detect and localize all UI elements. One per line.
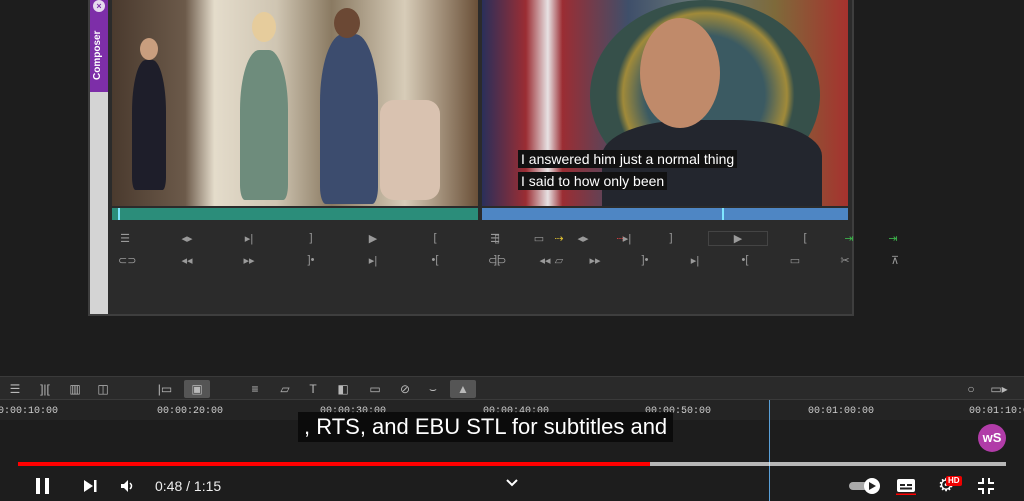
step-back-icon[interactable]: ◂▸ — [180, 232, 194, 245]
record-subtitle-line-1: I answered him just a normal thing — [518, 150, 738, 168]
monitor-icon[interactable]: ▭ — [788, 254, 802, 267]
go-to-out-icon[interactable]: ]• — [638, 254, 652, 266]
pause-icon[interactable] — [34, 476, 52, 496]
video-caption: , RTS, and EBU STL for subtitles and — [298, 412, 674, 442]
waveform-icon[interactable]: ▲ — [450, 380, 476, 398]
next-video-icon[interactable] — [82, 478, 98, 494]
half-box-icon[interactable]: ◧ — [334, 380, 352, 398]
go-to-out-icon[interactable]: ]• — [304, 254, 318, 266]
menu-icon[interactable]: ☰ — [118, 232, 132, 245]
composer-tab-label: Composer — [92, 30, 103, 80]
layers-icon[interactable]: ▱ — [276, 380, 294, 398]
overlap-icon[interactable]: ◫ — [94, 380, 112, 398]
record-position-bar[interactable] — [482, 208, 848, 220]
rewind-icon[interactable]: ◂◂ — [180, 254, 194, 267]
record-circle-icon[interactable]: ○ — [962, 380, 980, 398]
composer-tab[interactable]: × Composer — [90, 0, 108, 92]
subtitles-icon[interactable] — [896, 477, 916, 495]
timeline-toolbar: ☰ ]|[ ▥ ◫ |▭ ▣ ≡ ▱ T ◧ ▭ ⊘ ⌣ ▲ ○ ▭▸ — [0, 376, 1024, 400]
figure-left-guard — [132, 60, 166, 190]
head — [252, 12, 276, 42]
ruler-tick: 00:00:10:00 — [0, 406, 59, 417]
lift-icon[interactable]: ⇥ — [842, 232, 856, 245]
head — [334, 8, 360, 38]
curve-icon[interactable]: ⌣ — [424, 380, 442, 398]
no-entry-icon[interactable]: ⊘ — [396, 380, 414, 398]
ruler-tick: 00:00:20:00 — [157, 406, 224, 417]
extract-icon[interactable]: ⇥ — [886, 232, 900, 245]
track-icon[interactable]: |▭ — [156, 380, 174, 398]
play-icon[interactable]: ▶ — [708, 230, 768, 246]
channel-watermark-logo[interactable]: wS — [978, 424, 1006, 452]
time-display: 0:48 / 1:15 — [155, 478, 222, 494]
monitor-icon[interactable]: ▭ — [532, 232, 546, 245]
text-tool-icon[interactable]: T — [304, 380, 322, 398]
trim-icon[interactable]: ]|[ — [36, 380, 54, 398]
link-icon[interactable]: ⊂⊃ — [118, 254, 136, 267]
step-back-icon[interactable]: ◂▸ — [576, 232, 590, 245]
video-progress-bar[interactable] — [18, 462, 1006, 466]
close-icon[interactable]: × — [93, 0, 105, 12]
head — [140, 38, 158, 60]
record-monitor[interactable]: I answered him just a normal thing I sai… — [482, 0, 848, 206]
record-controls-row-1: ☰ ▭ ◂▸ ▸| ] ▶ [ ⇥ ⇥ — [488, 228, 900, 248]
source-position-marker[interactable] — [118, 208, 120, 220]
menu-icon[interactable]: ☰ — [6, 380, 24, 398]
menu-icon[interactable]: ☰ — [488, 232, 502, 245]
export-icon[interactable]: ▭▸ — [990, 380, 1008, 398]
mark-in-icon[interactable]: [ — [798, 232, 812, 244]
figure-woman — [240, 50, 288, 200]
armchair — [380, 100, 440, 200]
rewind-icon[interactable]: ◂◂ — [538, 254, 552, 267]
figure-man — [320, 34, 378, 204]
scissors-icon[interactable]: ✂ — [838, 254, 852, 267]
chevron-down-icon[interactable] — [505, 478, 519, 488]
head — [640, 18, 720, 128]
ruler-tick: 00:01:00:00 — [808, 406, 875, 417]
hd-badge: HD — [946, 476, 962, 486]
record-controls-row-2: ⊂⊃ ◂◂ ▸▸ ]• ▸| •[ ▭ ✂ ⊼ — [488, 250, 902, 270]
link-icon[interactable]: ⊂⊃ — [488, 254, 506, 267]
volume-icon[interactable] — [120, 478, 136, 494]
sliders-icon[interactable]: ≡ — [246, 380, 264, 398]
antenna-icon[interactable]: ⊼ — [888, 254, 902, 267]
go-to-in-icon[interactable]: •[ — [738, 254, 752, 266]
mark-in-icon[interactable]: [ — [428, 232, 442, 244]
composer-window: × Composer I answered him just a normal … — [88, 0, 899, 316]
screen: × Composer I answered him just a normal … — [0, 0, 1024, 501]
clip-icon[interactable]: ▭ — [366, 380, 384, 398]
fast-forward-icon[interactable]: ▸▸ — [588, 254, 602, 267]
record-subtitle-line-2: I said to how only been — [518, 172, 668, 190]
go-to-in-icon[interactable]: •[ — [428, 254, 442, 266]
autoplay-toggle-icon[interactable] — [848, 477, 882, 495]
exit-fullscreen-icon[interactable] — [977, 477, 995, 495]
source-monitor[interactable] — [112, 0, 478, 206]
play-to-out-icon[interactable]: ▸| — [366, 254, 380, 267]
step-forward-icon[interactable]: ▸| — [620, 232, 634, 245]
segment-icon[interactable]: ▥ — [66, 380, 84, 398]
fit-icon[interactable]: ▣ — [184, 380, 210, 398]
mark-out-icon[interactable]: ] — [304, 232, 318, 244]
mark-out-icon[interactable]: ] — [664, 232, 678, 244]
ruler-tick: 00:01:10:00 — [969, 406, 1024, 417]
record-position-marker[interactable] — [722, 208, 724, 220]
composer-side-strip — [90, 92, 108, 314]
buffered-bar — [650, 462, 1006, 466]
play-to-out-icon[interactable]: ▸| — [688, 254, 702, 267]
timeline-playhead[interactable] — [769, 400, 770, 501]
step-forward-icon[interactable]: ▸| — [242, 232, 256, 245]
fast-forward-icon[interactable]: ▸▸ — [242, 254, 256, 267]
played-bar — [18, 462, 651, 466]
play-icon[interactable]: ▶ — [366, 232, 380, 245]
source-position-bar[interactable] — [112, 208, 478, 220]
